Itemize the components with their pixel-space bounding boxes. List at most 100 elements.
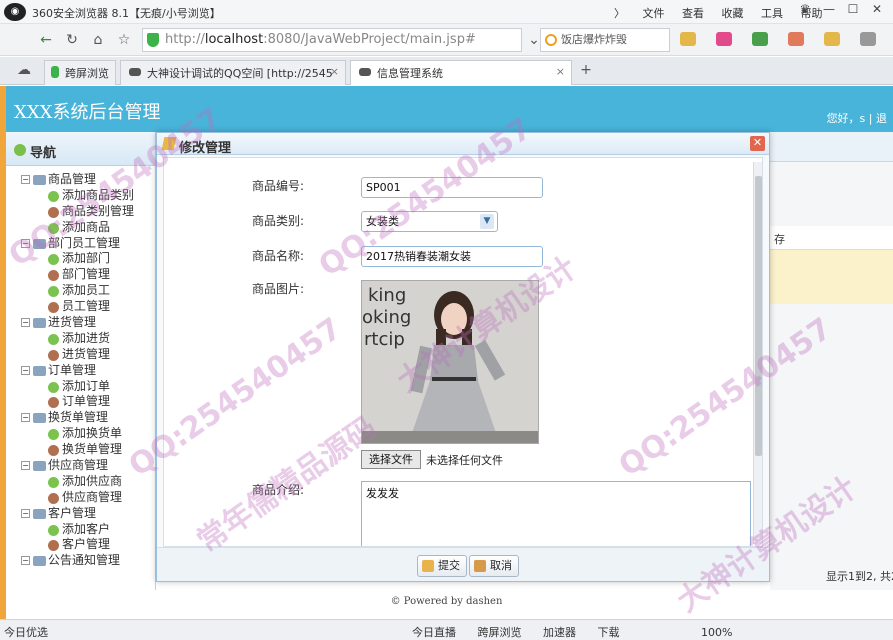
user-greeting[interactable]: 您好，s | 退 (827, 110, 887, 126)
menu-chevron-icon[interactable]: 〉 (614, 7, 625, 20)
nav-item-label: 供应商管理 (62, 489, 123, 504)
collapse-toggle-icon[interactable]: − (21, 556, 30, 566)
nav-group[interactable]: − 客户管理 (6, 506, 155, 522)
tab-close-icon[interactable]: × (556, 65, 565, 78)
nav-item[interactable]: 添加员工 (6, 283, 155, 299)
name-label: 商品名称: (252, 249, 305, 263)
screenshot-icon[interactable] (824, 32, 840, 46)
nav-item[interactable]: 供应商管理 (6, 490, 155, 506)
nav-item[interactable]: 添加订单 (6, 379, 155, 395)
new-tab-icon[interactable]: + (576, 60, 596, 80)
menu-favorites[interactable]: 收藏 (722, 7, 744, 20)
apps-icon[interactable] (680, 32, 696, 46)
nav-group[interactable]: − 换货单管理 (6, 410, 155, 426)
status-accelerator[interactable]: 加速器 (543, 626, 576, 639)
security-icon[interactable] (752, 32, 768, 46)
submit-button[interactable]: 提交 (417, 555, 467, 577)
menu-file[interactable]: 文件 (643, 7, 665, 20)
minimize-button[interactable]: — (817, 2, 841, 16)
nav-item[interactable]: 添加部门 (6, 251, 155, 267)
mask-icon (359, 68, 371, 76)
collapse-toggle-icon[interactable]: − (21, 413, 30, 423)
product-image: king oking rtcip (361, 280, 539, 444)
menu-view[interactable]: 查看 (682, 7, 704, 20)
nav-item-label: 添加商品类别 (62, 187, 135, 202)
image-label: 商品图片: (252, 282, 305, 296)
status-live[interactable]: 今日直播 (412, 626, 456, 639)
browser-logo-icon: ◉ (4, 3, 26, 21)
product-photo-illustration: king oking rtcip (362, 281, 538, 443)
folder-monitor-icon (33, 175, 46, 185)
shield-icon (147, 33, 159, 47)
nav-group[interactable]: − 部门员工管理 (6, 236, 155, 252)
nav-group[interactable]: − 订单管理 (6, 363, 155, 379)
url-input[interactable]: http://localhost:8080/JavaWebProject/mai… (142, 28, 522, 52)
cancel-label: 取消 (490, 559, 512, 572)
cloud-icon[interactable]: ☁ (14, 60, 34, 80)
dialog-scrollbar[interactable] (753, 162, 762, 544)
back-arrow-icon[interactable]: ← (36, 30, 56, 50)
tab-cross-screen[interactable]: 跨屏浏览 (44, 60, 116, 85)
nav-item[interactable]: 订单管理 (6, 394, 155, 410)
nav-item-label: 添加客户 (62, 521, 111, 536)
collapse-toggle-icon[interactable]: − (21, 365, 30, 375)
scrollbar-thumb[interactable] (755, 176, 762, 456)
zoom-level[interactable]: 100% (701, 626, 732, 639)
nav-item[interactable]: 添加商品 (6, 220, 155, 236)
dialog-close-button[interactable]: ✕ (750, 136, 765, 151)
collapse-toggle-icon[interactable]: − (21, 175, 30, 184)
tab-info-system[interactable]: 信息管理系统 × (350, 60, 572, 85)
extension-icon[interactable] (716, 32, 732, 46)
nav-group[interactable]: − 商品管理 (6, 172, 155, 188)
nav-item[interactable]: 进货管理 (6, 347, 155, 363)
page-footer: © Powered by dashen (390, 596, 503, 607)
nav-item[interactable]: 换货单管理 (6, 442, 155, 458)
nav-group[interactable]: − 供应商管理 (6, 458, 155, 474)
user-icon (48, 492, 59, 504)
cancel-button[interactable]: 取消 (469, 555, 519, 577)
nav-item[interactable]: 添加换货单 (6, 426, 155, 442)
category-select[interactable]: 女装类 ▼ (361, 211, 498, 232)
status-download[interactable]: 下载 (598, 626, 620, 639)
tab-close-icon[interactable]: × (330, 65, 339, 78)
more-icon[interactable] (860, 32, 876, 46)
choose-file-button[interactable]: 选择文件 (361, 450, 421, 469)
dialog-footer: 提交 取消 (157, 547, 769, 581)
nav-item[interactable]: 添加客户 (6, 522, 155, 538)
nav-item[interactable]: 商品类别管理 (6, 204, 155, 220)
name-input[interactable]: 2017热销春装潮女装 (361, 246, 543, 267)
maximize-button[interactable]: ☐ (841, 2, 865, 16)
url-path: :8080/JavaWebProject/main.jsp# (263, 32, 476, 47)
nav-item[interactable]: 添加商品类别 (6, 188, 155, 204)
menu-tools[interactable]: 工具 (761, 7, 783, 20)
status-left[interactable]: 今日优选 (4, 624, 48, 640)
page-header: XXX系统后台管理 您好，s | 退 (0, 86, 893, 132)
code-input[interactable]: SP001 (361, 177, 543, 198)
collapse-toggle-icon[interactable]: − (21, 318, 30, 328)
nav-item[interactable]: 添加供应商 (6, 474, 155, 490)
nav-item[interactable]: 部门管理 (6, 267, 155, 283)
tab-qq-space[interactable]: 大神设计调试的QQ空间 [http://2545 × (120, 60, 346, 85)
collapse-toggle-icon[interactable]: − (21, 461, 30, 471)
dialog-title: 修改管理 (179, 141, 232, 156)
nav-item[interactable]: 客户管理 (6, 537, 155, 553)
collapse-toggle-icon[interactable]: − (21, 508, 30, 518)
grid-selected-row[interactable] (770, 250, 893, 304)
home-icon[interactable]: ⌂ (88, 30, 108, 50)
description-textarea[interactable]: 发发发 (361, 481, 751, 546)
skin-icon[interactable]: ♛ (793, 2, 817, 16)
nav-group[interactable]: − 公告通知管理 (6, 553, 155, 569)
collapse-toggle-icon[interactable]: − (21, 238, 30, 248)
close-window-button[interactable]: ✕ (865, 2, 889, 16)
adblock-icon[interactable] (788, 32, 804, 46)
reload-icon[interactable]: ↻ (62, 30, 82, 50)
nav-item[interactable]: 员工管理 (6, 299, 155, 315)
undo-icon (474, 560, 486, 572)
status-cross-screen[interactable]: 跨屏浏览 (478, 626, 522, 639)
user-icon (48, 349, 59, 361)
nav-item[interactable]: 添加进货 (6, 331, 155, 347)
search-input[interactable]: 饭店爆炸炸毁 (540, 28, 670, 52)
star-icon[interactable]: ☆ (114, 30, 134, 50)
nav-group[interactable]: − 进货管理 (6, 315, 155, 331)
nav-item-label: 添加供应商 (62, 473, 123, 488)
